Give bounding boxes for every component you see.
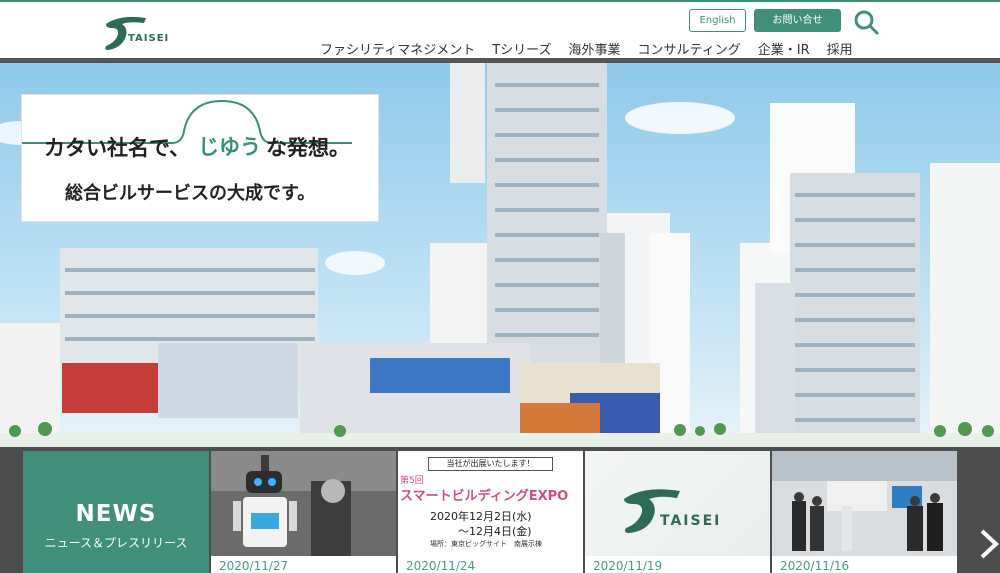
news-subtitle: ニュース＆プレスリリース (44, 536, 188, 550)
exhibition-booth-photo-icon (772, 451, 957, 556)
catchphrase-highlight: じゆう (198, 135, 261, 159)
news-thumbnail-robot (211, 451, 396, 556)
main-nav: ファシリティマネジメント Tシリーズ 海外事業 コンサルティング 企業・IR 採… (320, 39, 853, 58)
taisei-logo[interactable] (100, 10, 170, 54)
expo-date-start: 2020年12月2日(水) (430, 510, 532, 523)
card-logo-wordmark: TAISEI (660, 513, 722, 529)
catchphrase-line2: 総合ビルサービスの大成です。 (65, 183, 316, 204)
header: TAISEI English お問い合せ ファシリティマネジメント Tシリーズ … (0, 2, 1000, 60)
nav-item-consulting[interactable]: コンサルティング (638, 39, 741, 58)
chevron-right-icon (980, 529, 999, 559)
taisei-logo-mark-icon (105, 16, 146, 50)
nav-item-t-series[interactable]: Tシリーズ (492, 39, 551, 58)
news-title: NEWS (75, 501, 157, 527)
search-button[interactable] (852, 9, 880, 35)
hero-banner[interactable]: カタい社名で、 じゆう な発想。 総合ビルサービスの大成です。 (0, 63, 1000, 447)
expo-banner: 当社が出展いたします！ (428, 457, 553, 471)
robot-photo-icon (211, 451, 396, 556)
catchphrase-line1-a: カタい社名で、 (44, 136, 191, 160)
search-icon (854, 10, 879, 35)
expo-place: 場所：東京ビッグサイト 南展示棟 (430, 540, 542, 548)
expo-title: スマートビルディングEXPO (400, 489, 569, 504)
news-date: 2020/11/27 (219, 559, 289, 573)
news-next-button[interactable] (978, 527, 1000, 561)
english-button[interactable]: English (689, 9, 746, 32)
news-date: 2020/11/19 (593, 559, 663, 573)
nav-item-corporate-ir[interactable]: 企業・IR (758, 39, 810, 58)
news-link[interactable]: NEWS ニュース＆プレスリリース (23, 451, 209, 573)
news-card[interactable]: 当社が出展いたします！ 第5回 スマートビルディングEXPO 2020年12月2… (398, 451, 583, 573)
news-thumbnail-expo: 当社が出展いたします！ 第5回 スマートビルディングEXPO 2020年12月2… (398, 451, 583, 556)
news-card[interactable]: TAISEI 2020/11/19 (585, 451, 770, 573)
news-card[interactable]: 2020/11/16 (772, 451, 957, 573)
news-strip: NEWS ニュース＆プレスリリース 2020/11/27 当社が出展いたします！ (0, 447, 1000, 573)
expo-date-end: 〜12月4日(金) (458, 525, 532, 538)
news-date: 2020/11/16 (780, 559, 850, 573)
news-date: 2020/11/24 (406, 559, 476, 573)
nav-item-overseas[interactable]: 海外事業 (569, 39, 621, 58)
news-thumbnail-booth (772, 451, 957, 556)
nav-item-recruit[interactable]: 採用 (827, 39, 853, 58)
logo-wordmark: TAISEI (128, 33, 170, 44)
catchphrase-box: カタい社名で、 じゆう な発想。 総合ビルサービスの大成です。 (22, 95, 378, 221)
nav-item-facility-management[interactable]: ファシリティマネジメント (320, 39, 475, 58)
catchphrase-line1-b: な発想。 (266, 136, 350, 160)
contact-button[interactable]: お問い合せ (754, 9, 841, 32)
news-card[interactable]: 2020/11/27 (211, 451, 396, 573)
news-thumbnail-logo: TAISEI (585, 451, 770, 556)
